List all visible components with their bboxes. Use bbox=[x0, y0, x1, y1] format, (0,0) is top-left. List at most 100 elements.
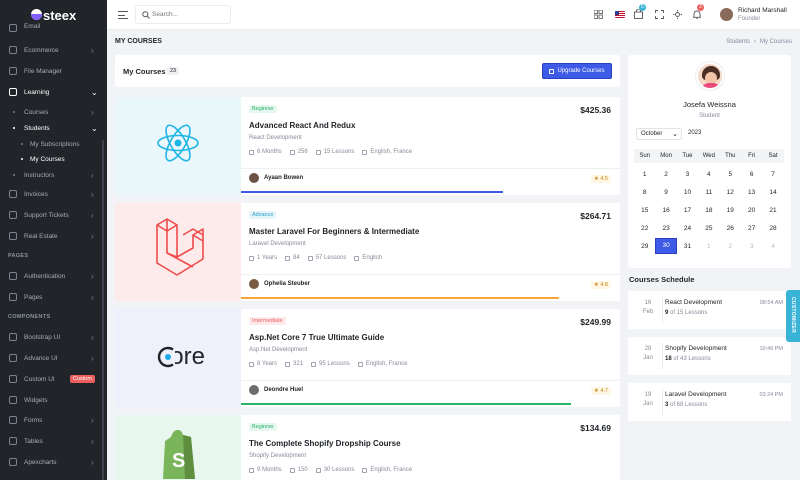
sidebar-item-advance-ui[interactable]: Advance UI › bbox=[0, 350, 107, 366]
calendar-day[interactable]: 4 bbox=[698, 171, 719, 178]
customizer-tab[interactable]: CUSTOMIZER bbox=[786, 290, 800, 342]
calendar-day-selected[interactable]: 30 bbox=[655, 238, 677, 254]
calendar-day[interactable]: 19 bbox=[720, 207, 741, 214]
calendar-day[interactable]: 3 bbox=[677, 171, 698, 178]
course-instructor[interactable]: Ophelia Steuber bbox=[249, 279, 310, 289]
calendar-day[interactable]: 22 bbox=[634, 225, 655, 232]
sidebar-item-apexcharts[interactable]: Apexcharts › bbox=[0, 454, 107, 470]
calendar-day[interactable]: 1 bbox=[634, 171, 655, 178]
divider bbox=[662, 297, 663, 323]
sidebar-item-pages[interactable]: Pages › bbox=[0, 289, 107, 305]
calendar-day[interactable]: 7 bbox=[762, 171, 783, 178]
sidebar-item-invoices[interactable]: Invoices › bbox=[0, 186, 107, 202]
bell-icon[interactable] bbox=[693, 10, 701, 19]
calendar-day[interactable]: 5 bbox=[720, 171, 741, 178]
calendar-day[interactable]: 10 bbox=[677, 189, 698, 196]
sidebar-item-bootstrap-ui[interactable]: Bootstrap UI › bbox=[0, 329, 107, 345]
us-flag-icon[interactable] bbox=[615, 11, 625, 18]
sidebar-item-my-subscriptions[interactable]: My Subscriptions bbox=[0, 136, 107, 152]
hamburger-icon[interactable] bbox=[118, 11, 128, 19]
course-card[interactable]: Core Intermediate $249.99 Asp.Net Core 7… bbox=[115, 309, 620, 407]
sidebar-item-learning[interactable]: Learning ⌄ bbox=[0, 84, 107, 100]
sidebar-item-label: Forms bbox=[24, 416, 43, 424]
calendar-day[interactable]: 17 bbox=[677, 207, 698, 214]
course-instructor[interactable]: Deondre Huel bbox=[249, 385, 303, 395]
calendar-day[interactable]: 16 bbox=[655, 207, 676, 214]
calendar-day[interactable]: 8 bbox=[634, 189, 655, 196]
sidebar-item-real-estate[interactable]: Real Estate › bbox=[0, 228, 107, 244]
calendar-day[interactable]: 11 bbox=[698, 189, 719, 196]
sun-icon[interactable] bbox=[673, 10, 682, 19]
course-card[interactable]: Beginner $425.36 Advanced React And Redu… bbox=[115, 97, 620, 195]
calendar-weekday-row: Sun Mon Tue Wed Thu Fri Sat bbox=[634, 147, 784, 165]
calendar-day[interactable]: 25 bbox=[698, 225, 719, 232]
calendar-day[interactable]: 21 bbox=[762, 207, 783, 214]
rating-badge: ★ 4.8 bbox=[590, 281, 611, 289]
sidebar-item-custom-ui[interactable]: Custom UI Custom bbox=[0, 371, 107, 387]
sidebar-item-instructors[interactable]: Instructors › bbox=[0, 167, 107, 183]
lock-icon bbox=[9, 272, 17, 280]
sidebar-item-authentication[interactable]: Authentication › bbox=[0, 268, 107, 284]
sidebar-item-ecommerce[interactable]: Ecommerce › bbox=[0, 42, 107, 58]
users-icon bbox=[285, 361, 291, 367]
sidebar-item-label: Invoices bbox=[24, 190, 48, 198]
sidebar-item-forms[interactable]: Forms › bbox=[0, 412, 107, 428]
course-duration: 6 Months bbox=[257, 149, 282, 155]
course-price: $264.71 bbox=[580, 211, 611, 221]
calendar-day[interactable]: 15 bbox=[634, 207, 655, 214]
calendar-day[interactable]: 13 bbox=[741, 189, 762, 196]
month-select[interactable]: October ⌄ bbox=[636, 128, 682, 140]
breadcrumb-current: My Courses bbox=[759, 39, 792, 45]
upgrade-courses-button[interactable]: Upgrade Courses bbox=[542, 63, 612, 79]
calendar-day[interactable]: 3 bbox=[741, 243, 762, 250]
level-badge: Beginner bbox=[249, 423, 278, 431]
sidebar-item-widgets[interactable]: Widgets bbox=[0, 392, 107, 408]
course-title[interactable]: The Complete Shopify Dropship Course bbox=[249, 439, 401, 448]
search-input[interactable] bbox=[152, 9, 228, 20]
calendar-day[interactable]: 29 bbox=[634, 243, 655, 250]
cart-icon bbox=[549, 68, 555, 74]
calendar-day[interactable]: 14 bbox=[762, 189, 783, 196]
calendar-day[interactable]: 31 bbox=[677, 243, 698, 250]
calendar-day[interactable]: 18 bbox=[698, 207, 719, 214]
calendar-day[interactable]: 1 bbox=[698, 243, 719, 250]
course-category: React Development bbox=[249, 135, 302, 141]
apps-grid-icon[interactable] bbox=[594, 10, 603, 19]
sidebar-scrollbar[interactable] bbox=[102, 140, 104, 480]
schedule-item[interactable]: 19 Jan Laravel Development 3 of 68 Lesson… bbox=[628, 383, 791, 421]
calendar-day[interactable]: 28 bbox=[762, 225, 783, 232]
calendar-day[interactable]: 12 bbox=[720, 189, 741, 196]
calendar-day[interactable]: 2 bbox=[655, 171, 676, 178]
sidebar-item-support-tickets[interactable]: Support Tickets › bbox=[0, 207, 107, 223]
calendar-day[interactable]: 9 bbox=[655, 189, 676, 196]
calendar-day[interactable]: 2 bbox=[720, 243, 741, 250]
sidebar-item-students[interactable]: Students ⌄ bbox=[0, 120, 107, 136]
user-menu[interactable]: Richard Marshall Founder bbox=[717, 0, 800, 30]
course-card[interactable]: S Beginner $134.69 The Complete Shopify … bbox=[115, 415, 620, 480]
calendar-day[interactable]: 20 bbox=[741, 207, 762, 214]
schedule-item[interactable]: 16 Feb React Development 9 of 15 Lessons … bbox=[628, 291, 791, 329]
search-box[interactable] bbox=[135, 5, 231, 24]
calendar-day[interactable]: 23 bbox=[655, 225, 676, 232]
course-title[interactable]: Master Laravel For Beginners & Intermedi… bbox=[249, 227, 419, 236]
course-title[interactable]: Advanced React And Redux bbox=[249, 121, 355, 130]
calendar-day[interactable]: 24 bbox=[677, 225, 698, 232]
course-instructor[interactable]: Ayaan Bowen bbox=[249, 173, 303, 183]
breadcrumb-parent[interactable]: Students bbox=[726, 39, 750, 45]
course-card[interactable]: Advance $264.71 Master Laravel For Begin… bbox=[115, 203, 620, 301]
sidebar-item-email[interactable]: Email bbox=[0, 22, 107, 34]
schedule-item[interactable]: 28 Jan Shopify Development 18 of 43 Lesso… bbox=[628, 337, 791, 375]
course-title[interactable]: Asp.Net Core 7 True Ultimate Guide bbox=[249, 333, 384, 342]
calendar-day[interactable]: 27 bbox=[741, 225, 762, 232]
lessons-total: of 68 Lessons bbox=[670, 402, 708, 408]
sidebar-item-tables[interactable]: Tables › bbox=[0, 433, 107, 449]
sidebar-item-my-courses[interactable]: My Courses bbox=[0, 151, 107, 167]
profile-role: Student bbox=[699, 113, 720, 119]
sidebar-item-courses[interactable]: Courses › bbox=[0, 104, 107, 120]
calendar-day[interactable]: 26 bbox=[720, 225, 741, 232]
sidebar-item-file-manager[interactable]: File Manager bbox=[0, 63, 107, 79]
calendar-day[interactable]: 6 bbox=[741, 171, 762, 178]
bullet-icon bbox=[21, 143, 23, 145]
calendar-day[interactable]: 4 bbox=[762, 243, 783, 250]
fullscreen-icon[interactable] bbox=[655, 10, 664, 19]
